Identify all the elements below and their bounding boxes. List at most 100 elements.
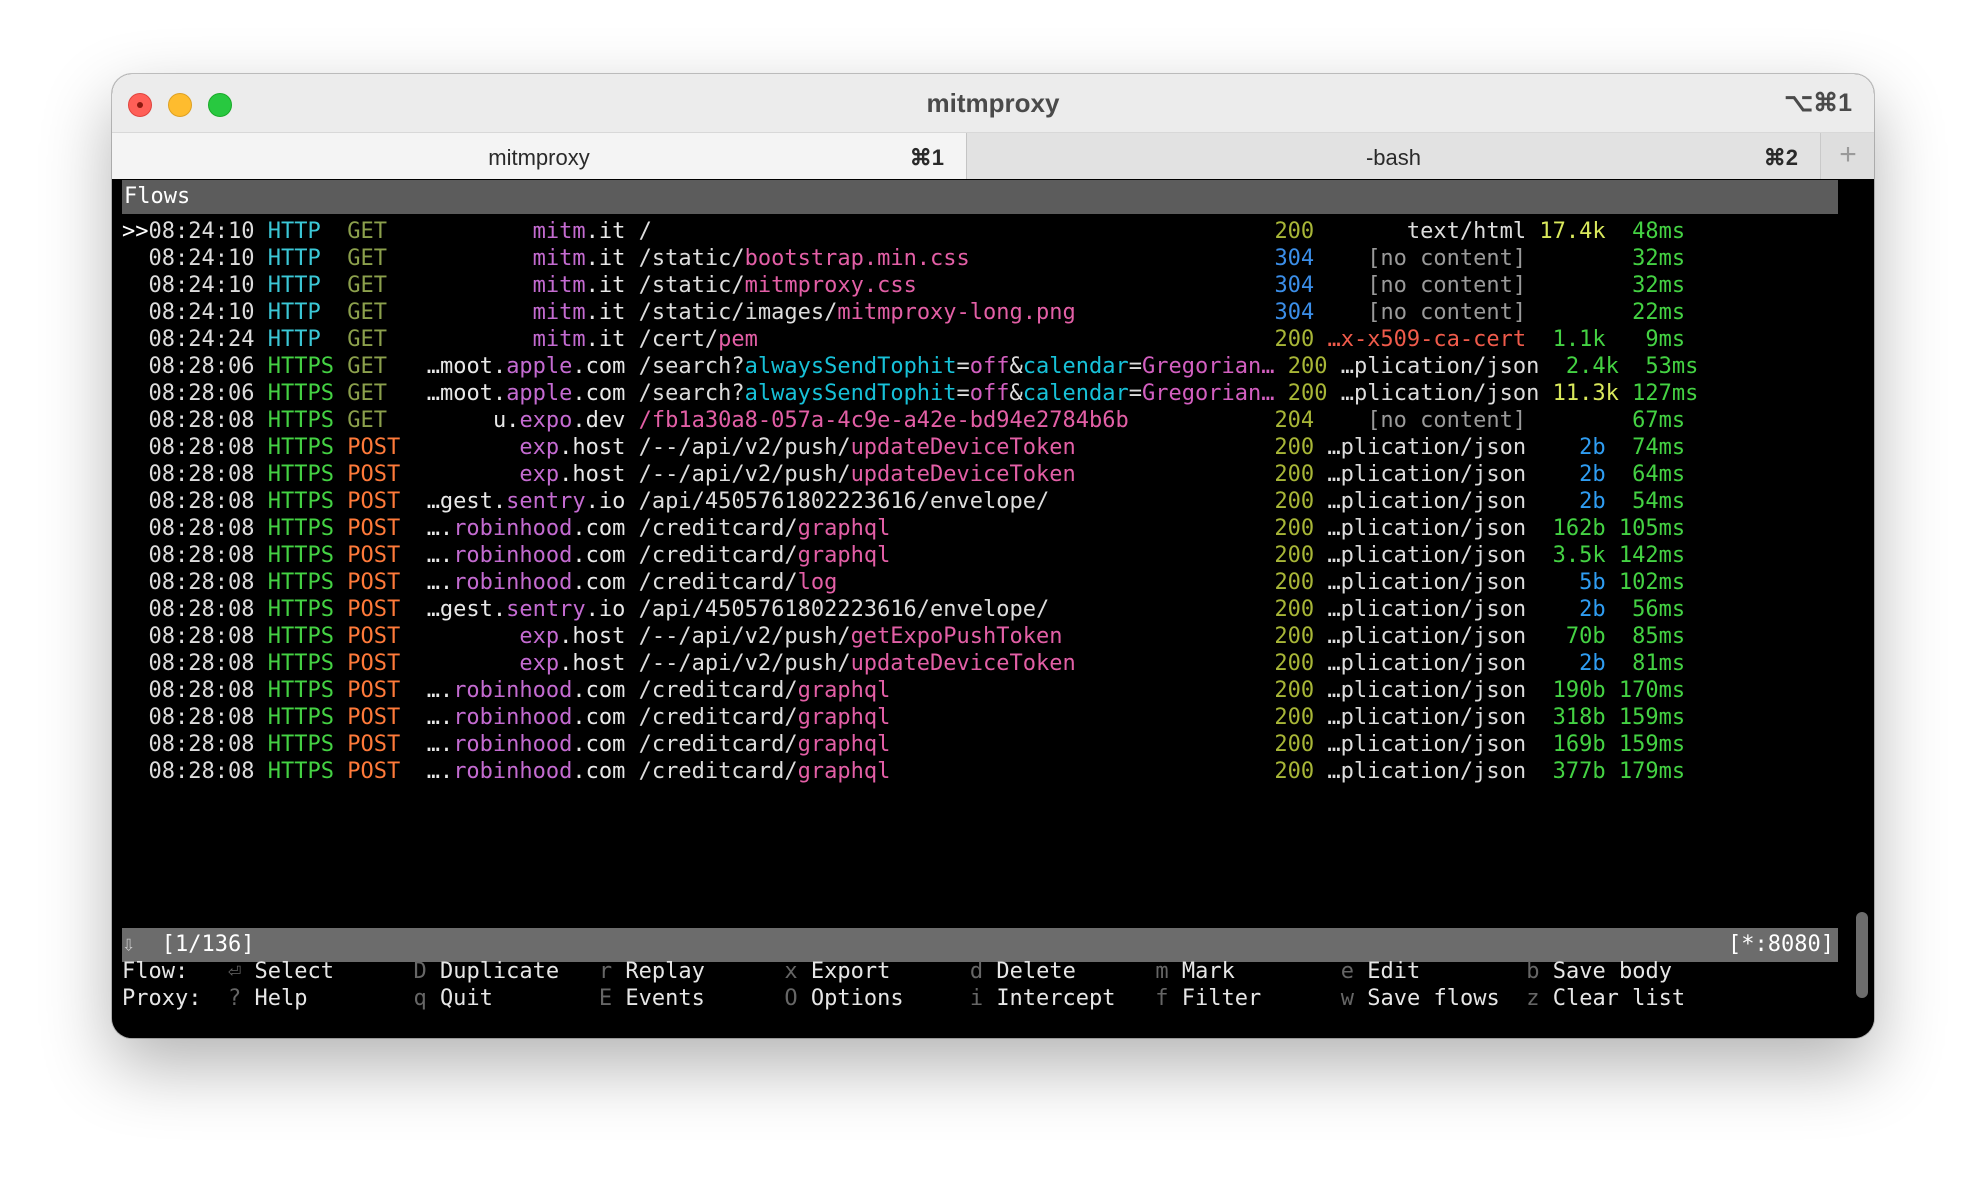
flow-time: 08:28:08 [148,705,255,730]
keybinding-save-flows[interactable]: w Save flows [1341,986,1500,1011]
flow-method: POST [347,732,401,757]
flow-content-type: …plication/json [1327,597,1527,622]
flow-protocol: HTTPS [267,651,334,676]
keybinding-replay[interactable]: r Replay [599,959,705,984]
keybinding-select[interactable]: ⏎ Select [228,959,334,984]
keybinding-clear-list[interactable]: z Clear list [1526,986,1685,1011]
key-hint: z [1526,986,1540,1011]
flow-size: 2b [1579,462,1606,487]
flow-protocol: HTTPS [267,489,334,514]
host-suffix: .host [559,651,626,676]
flow-size: 377b [1552,759,1606,784]
key-action: Quit [439,986,493,1011]
flow-time: 08:28:08 [148,732,255,757]
host-prefix: …. [426,759,454,784]
path-segment: off [969,381,1010,406]
flow-size: 1.1k [1552,327,1606,352]
flow-method: POST [347,543,401,568]
path-segment: updateDeviceToken [850,462,1076,487]
keybinding-duplicate[interactable]: D Duplicate [413,959,559,984]
flow-status: 304 [1274,246,1315,271]
flow-size: 2b [1579,489,1606,514]
scrollbar-track[interactable] [1848,179,1874,1038]
flow-status: 304 [1274,273,1315,298]
keybinding-quit[interactable]: q Quit [413,986,492,1011]
keybinding-filter[interactable]: f Filter [1155,986,1261,1011]
flow-method: GET [347,246,387,271]
flow-size: 70b [1565,624,1606,649]
keybinding-mark[interactable]: m Mark [1155,959,1234,984]
flow-path: /--/api/v2/push/getExpoPushToken [639,624,1063,649]
flow-path: /creditcard/graphql [639,516,891,541]
tab-bash[interactable]: -bash ⌘2 [967,133,1820,179]
flow-host: ….robinhood.com [427,759,626,784]
keybinding-delete[interactable]: d Delete [970,959,1076,984]
flow-host: exp.host [519,435,625,460]
proxy-keybindings: Proxy: ? Help q Quit E Events O Options … [122,982,1685,1016]
flow-path: /api/4505761802223616/envelope/ [639,597,1050,622]
tab-label: -bash [1365,145,1422,170]
host-domain: expo [519,408,573,433]
host-suffix: .com [572,759,626,784]
flow-path: /static/mitmproxy.css [639,273,917,298]
flow-row[interactable]: 08:28:08 HTTPS POST ….robinhood.com /cre… [122,755,1686,789]
flow-duration: 159ms [1618,705,1686,730]
flow-protocol: HTTPS [267,624,334,649]
keybinding-help[interactable]: ? Help [228,986,307,1011]
flow-time: 08:28:08 [148,462,255,487]
host-suffix: .com [572,570,626,595]
flow-time: 08:28:08 [148,597,255,622]
flow-protocol: HTTPS [267,570,334,595]
flow-protocol: HTTPS [267,678,334,703]
title-bar[interactable]: mitmproxy ⌥⌘1 [112,74,1874,133]
host-prefix: u. [492,408,520,433]
flow-duration: 85ms [1632,624,1686,649]
key-action: Save flows [1367,986,1500,1011]
flow-path: /search?alwaysSendTophit=off&calendar=Gr… [639,354,1275,379]
host-domain: exp [519,651,560,676]
flow-time: 08:28:08 [148,489,255,514]
tab-mitmproxy[interactable]: mitmproxy ⌘1 [112,133,967,179]
flow-status: 200 [1287,354,1328,379]
new-tab-button[interactable]: + [1820,133,1874,179]
flow-method: POST [347,705,401,730]
path-segment: /--/api/v2/push/ [638,624,851,649]
keybinding-export[interactable]: x Export [784,959,890,984]
flow-duration: 22ms [1632,300,1686,325]
window-title: mitmproxy [926,88,1060,118]
flow-duration: 179ms [1618,759,1686,784]
flow-status: 200 [1274,570,1315,595]
flow-status: 200 [1274,516,1315,541]
flow-protocol: HTTPS [267,381,334,406]
flow-status: 200 [1274,678,1315,703]
keybinding-intercept[interactable]: i Intercept [970,986,1116,1011]
flow-status: 204 [1274,408,1315,433]
flow-time: 08:28:08 [148,516,255,541]
flow-content-type: text/html [1406,219,1527,244]
flow-host: mitm.it [533,300,626,325]
host-suffix: .com [572,381,626,406]
keybinding-options[interactable]: O Options [784,986,903,1011]
flow-size: 3.5k [1552,543,1606,568]
key-hint: ? [227,986,242,1011]
flow-path: /creditcard/graphql [639,732,891,757]
flow-content-type: …plication/json [1327,543,1527,568]
flow-duration: 54ms [1632,489,1686,514]
path-segment: /creditcard/ [638,705,798,730]
flow-method: POST [347,624,401,649]
flow-host: ….robinhood.com [427,570,626,595]
flow-method: POST [347,435,401,460]
scrollbar-thumb[interactable] [1856,912,1868,998]
flow-method: POST [347,678,401,703]
host-prefix: …gest. [426,597,507,622]
keybinding-edit[interactable]: e Edit [1341,959,1420,984]
flow-content-type: [no content] [1367,300,1527,325]
host-suffix: .host [559,435,626,460]
host-domain: mitm [532,246,586,271]
path-segment: /static/ [638,273,745,298]
flow-duration: 170ms [1618,678,1686,703]
host-prefix: …. [426,732,454,757]
terminal-content[interactable]: Flows >>08:24:10 HTTP GET mitm.it / 200 … [112,179,1874,1038]
keybinding-save-body[interactable]: b Save body [1526,959,1672,984]
keybinding-events[interactable]: E Events [599,986,705,1011]
